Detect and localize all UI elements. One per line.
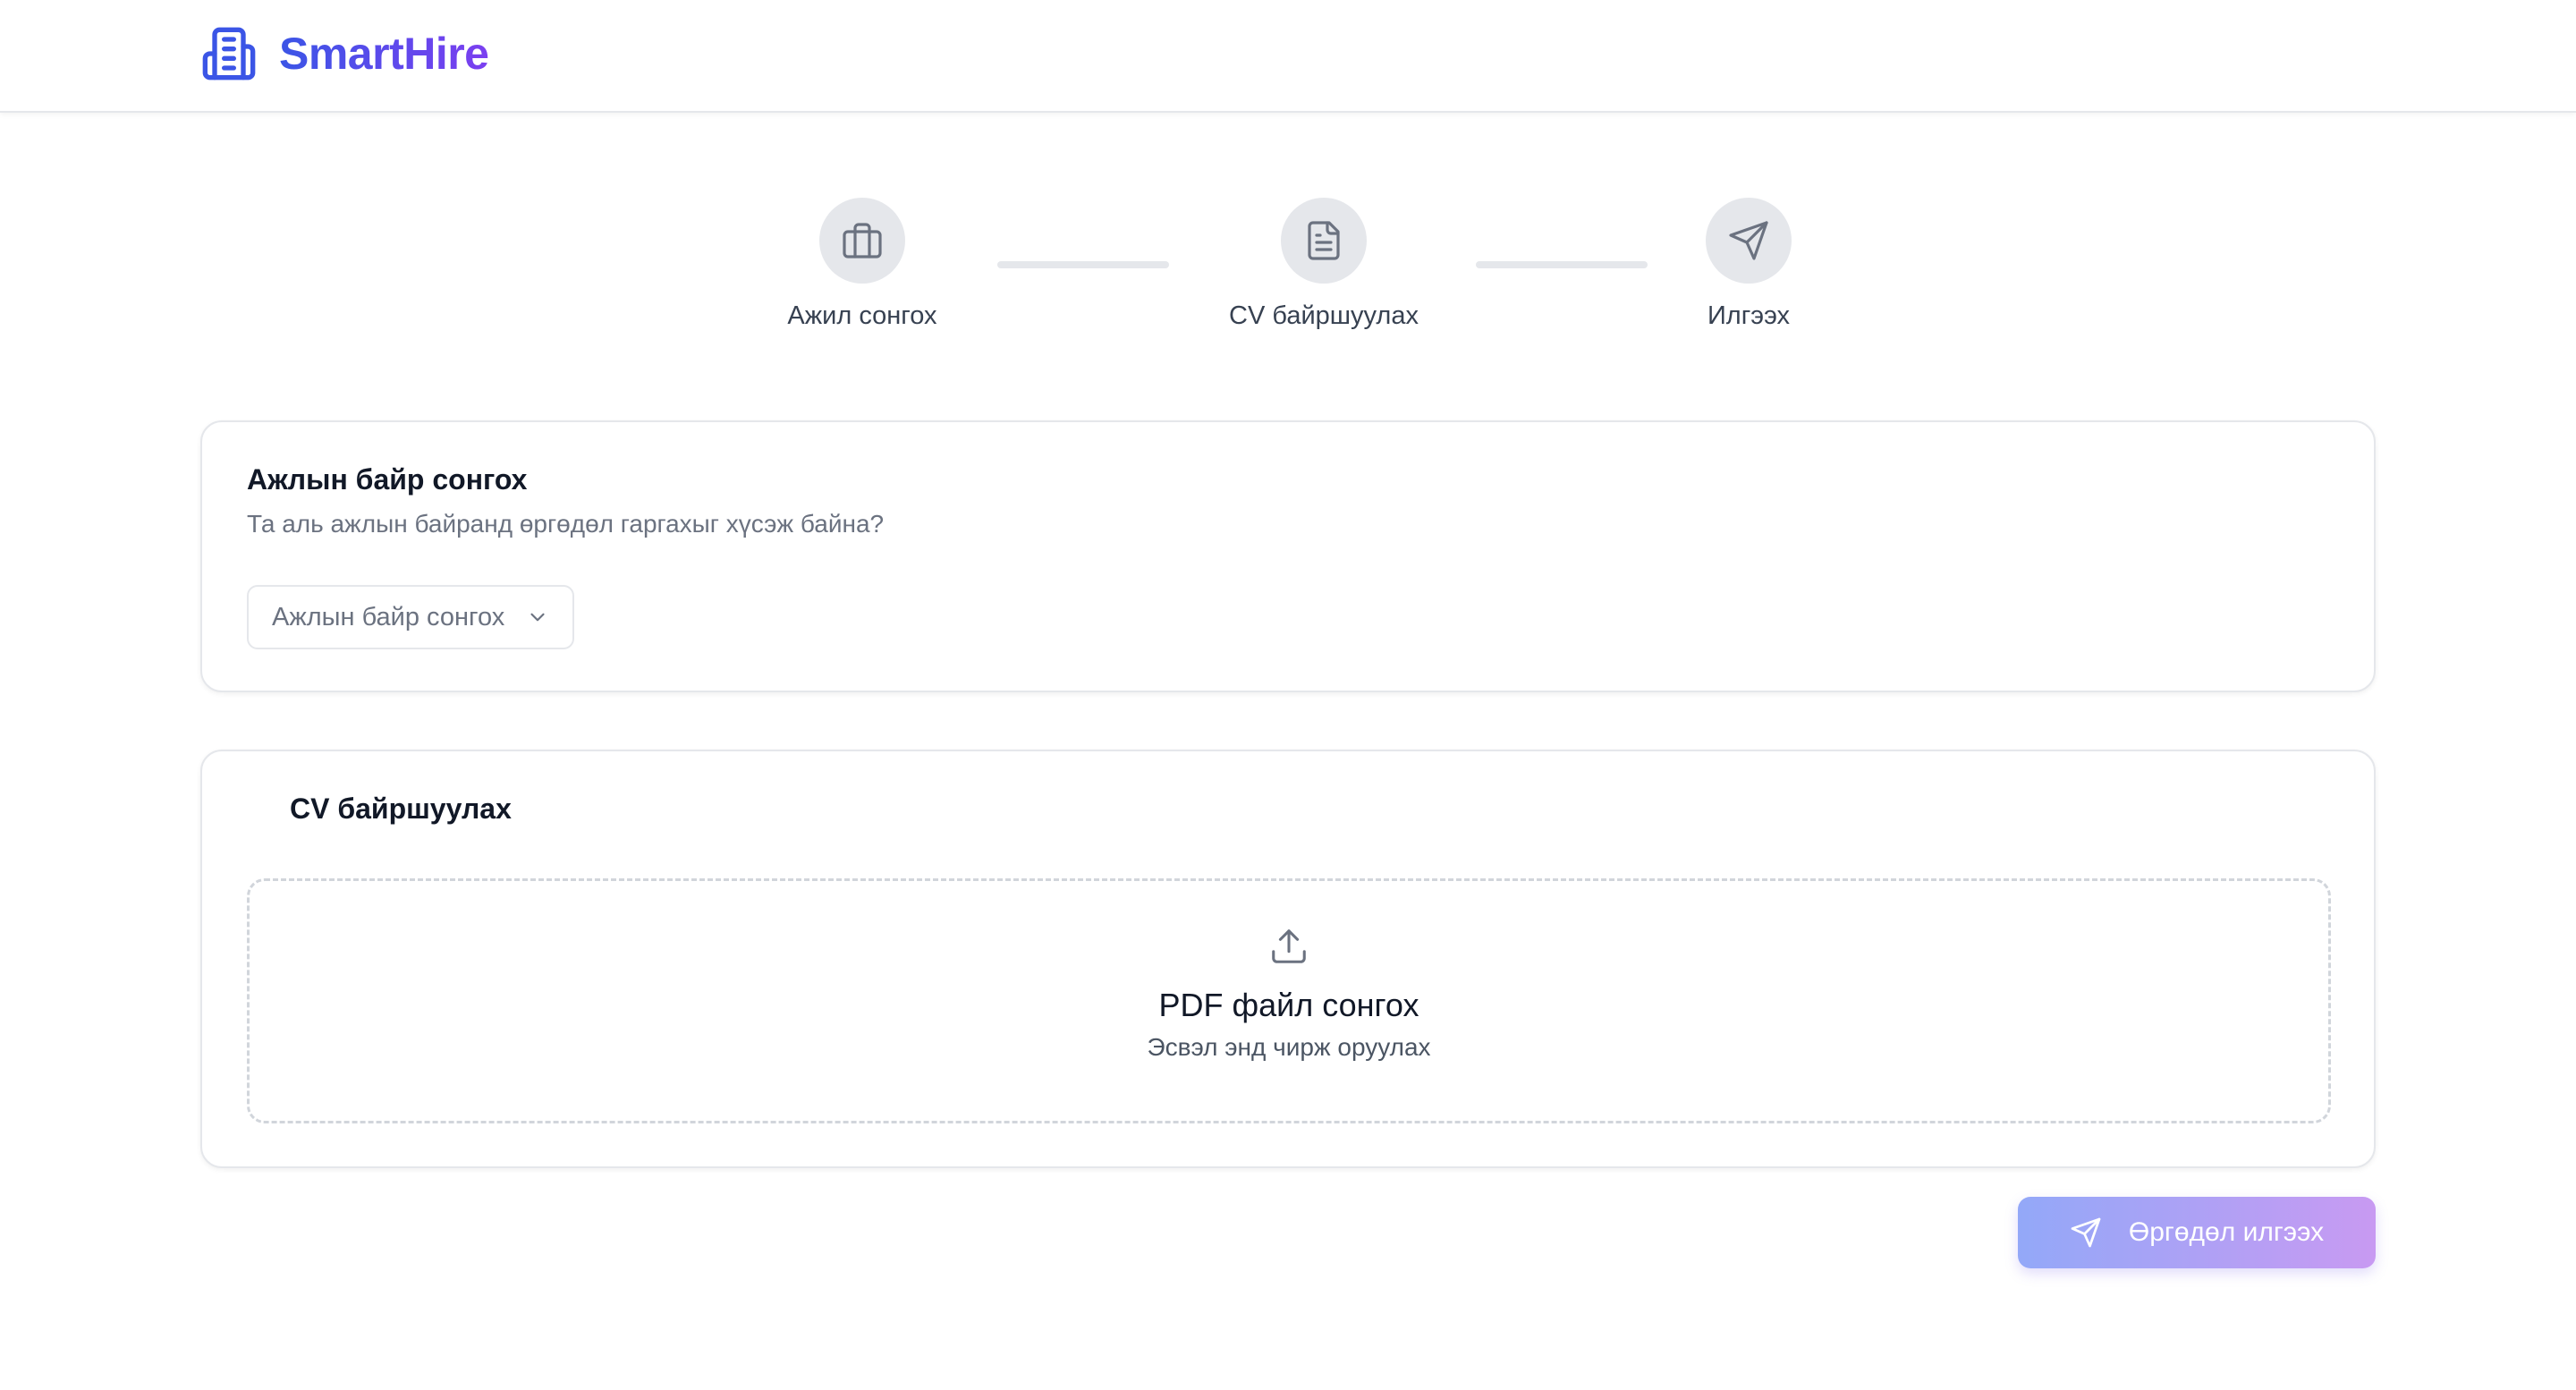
step-label: Ажил сонгох — [787, 301, 937, 330]
cv-dropzone[interactable]: PDF файл сонгох Эсвэл энд чирж оруулах — [247, 878, 2331, 1123]
step-circle — [819, 198, 905, 284]
step-send: Илгээх — [1614, 198, 1883, 331]
card-subtitle: Та аль ажлын байранд өргөдөл гаргахыг хү… — [247, 510, 885, 538]
briefcase-icon — [843, 223, 882, 259]
send-icon — [1729, 221, 1768, 260]
upload-icon — [1272, 929, 1306, 963]
progress-stepper: Ажил сонгох CV байршуулах Илгээх — [0, 0, 2576, 358]
step-connector — [997, 261, 1169, 268]
card-title: CV байршуулах — [290, 792, 512, 825]
step-circle — [1706, 198, 1792, 284]
file-text-icon — [1308, 221, 1340, 260]
step-label: CV байршуулах — [1229, 301, 1419, 330]
dropzone-title: PDF файл сонгох — [1158, 987, 1419, 1023]
send-icon — [2071, 1217, 2101, 1248]
step-circle — [1281, 198, 1367, 284]
job-select-dropdown[interactable]: Ажлын байр сонгох — [247, 585, 574, 649]
cv-upload-card: CV байршуулах PDF файл сонгох Эсвэл энд … — [200, 750, 2376, 1168]
step-label: Илгээх — [1707, 301, 1791, 330]
step-select-job: Ажил сонгох — [728, 198, 996, 331]
submit-label: Өргөдөл илгээх — [2128, 1217, 2325, 1247]
card-title: Ажлын байр сонгох — [247, 463, 528, 496]
job-select-placeholder: Ажлын байр сонгох — [272, 602, 505, 631]
submit-application-button[interactable]: Өргөдөл илгээх — [2018, 1197, 2376, 1268]
chevron-down-icon — [530, 613, 545, 622]
step-upload-cv: CV байршуулах — [1190, 198, 1458, 331]
dropzone-subtitle: Эсвэл энд чирж оруулах — [1147, 1033, 1431, 1061]
job-select-card: Ажлын байр сонгох Та аль ажлын байранд ө… — [200, 420, 2376, 692]
